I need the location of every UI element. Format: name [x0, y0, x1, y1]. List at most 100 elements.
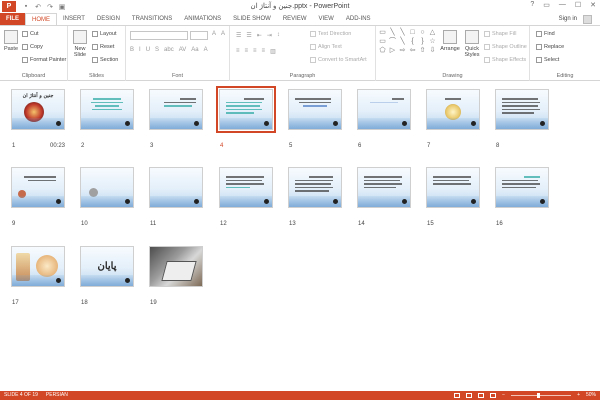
slide-thumbnail-1[interactable]: جنین و آنتاژ ان: [11, 89, 65, 130]
align-right-icon[interactable]: ≡: [253, 48, 257, 55]
shape-square-icon[interactable]: □: [408, 29, 417, 37]
bold-icon[interactable]: B: [130, 47, 134, 53]
decrease-indent-icon[interactable]: ⇤: [257, 32, 262, 39]
zoom-slider-knob[interactable]: [537, 393, 541, 398]
new-slide-button[interactable]: New Slide: [71, 30, 89, 58]
shapes-gallery[interactable]: ▭ ╲ ╲ □ ○ △ ▭ ⌒ ╲ { } ☆ ⬠ ▷ ⇨ ⇦ ⇧ ⇩: [378, 29, 437, 55]
slide-thumbnail-10[interactable]: [80, 167, 134, 208]
convert-smartart-button[interactable]: Convert to SmartArt: [310, 57, 367, 63]
copy-button[interactable]: Copy: [22, 44, 43, 50]
justify-icon[interactable]: ≡: [262, 48, 266, 55]
close-icon[interactable]: ✕: [590, 1, 596, 9]
tab-review[interactable]: REVIEW: [277, 13, 313, 25]
layout-button[interactable]: Layout: [92, 31, 117, 37]
normal-view-icon[interactable]: [454, 393, 461, 398]
shape-fill-button[interactable]: Shape Fill: [484, 31, 516, 37]
slide-thumbnail-8[interactable]: [495, 89, 549, 130]
slide-thumbnail-17[interactable]: [11, 246, 65, 287]
section-button[interactable]: Section: [92, 57, 118, 63]
slideshow-view-icon[interactable]: [490, 393, 497, 398]
slide-thumbnail-14[interactable]: [357, 167, 411, 208]
text-direction-button[interactable]: Text Direction: [310, 31, 351, 37]
zoom-out-icon[interactable]: −: [502, 391, 505, 400]
shape-oval-icon[interactable]: ○: [418, 29, 427, 37]
zoom-in-icon[interactable]: +: [577, 391, 580, 400]
cut-button[interactable]: Cut: [22, 31, 39, 37]
underline-icon[interactable]: U: [146, 47, 150, 53]
shape-arrow-icon[interactable]: ⇧: [418, 47, 427, 55]
slide-sorter-view-icon[interactable]: [466, 393, 473, 398]
shape-line-icon[interactable]: ╲: [398, 38, 407, 46]
shape-outline-button[interactable]: Shape Outline: [484, 44, 527, 50]
shape-triangle-icon[interactable]: △: [428, 29, 437, 37]
shape-brace-icon[interactable]: {: [408, 38, 417, 46]
zoom-slider[interactable]: [511, 393, 572, 398]
shape-pentagon-icon[interactable]: ⬠: [378, 47, 387, 55]
shape-star-icon[interactable]: ☆: [428, 38, 437, 46]
shape-arrow-icon[interactable]: ⇨: [398, 47, 407, 55]
shrink-font-icon[interactable]: A: [221, 31, 225, 37]
slide-thumbnail-7[interactable]: [426, 89, 480, 130]
char-spacing-icon[interactable]: AV: [179, 47, 187, 53]
ribbon-display-icon[interactable]: ▭: [543, 1, 550, 9]
avatar[interactable]: [583, 14, 592, 24]
align-left-icon[interactable]: ≡: [236, 48, 240, 55]
shape-arrow-icon[interactable]: ⇦: [408, 47, 417, 55]
shape-rectangle-icon[interactable]: ▭: [378, 29, 387, 37]
slide-thumbnail-9[interactable]: [11, 167, 65, 208]
tab-home[interactable]: HOME: [25, 13, 57, 25]
change-case-icon[interactable]: Aa: [191, 47, 198, 53]
reading-view-icon[interactable]: [478, 393, 485, 398]
quick-styles-button[interactable]: Quick Styles: [462, 30, 482, 58]
shape-effects-button[interactable]: Shape Effects: [484, 57, 526, 63]
increase-indent-icon[interactable]: ⇥: [267, 32, 272, 39]
maximize-icon[interactable]: ☐: [575, 1, 581, 9]
find-button[interactable]: Find: [536, 31, 555, 37]
shadow-icon[interactable]: S: [155, 47, 159, 53]
shape-brace-icon[interactable]: }: [418, 38, 427, 46]
numbering-icon[interactable]: ☰: [246, 32, 251, 39]
grow-font-icon[interactable]: A: [212, 31, 216, 37]
replace-button[interactable]: Replace: [536, 44, 564, 50]
slide-thumbnail-16[interactable]: [495, 167, 549, 208]
shape-line-icon[interactable]: ╲: [388, 29, 397, 37]
slide-thumbnail-4[interactable]: [216, 86, 276, 133]
tab-file[interactable]: FILE: [0, 13, 25, 25]
format-painter-button[interactable]: Format Painter: [22, 57, 66, 63]
slide-thumbnail-18[interactable]: پایان: [80, 246, 134, 287]
italic-icon[interactable]: I: [139, 47, 141, 53]
sign-in-link[interactable]: Sign in: [559, 13, 577, 25]
help-icon[interactable]: ?: [530, 1, 534, 9]
strikethrough-icon[interactable]: abc: [164, 47, 174, 53]
slide-thumbnail-12[interactable]: [219, 167, 273, 208]
slide-thumbnail-6[interactable]: [357, 89, 411, 130]
slide-thumbnail-11[interactable]: [149, 167, 203, 208]
line-spacing-icon[interactable]: ↕: [277, 32, 280, 39]
slide-thumbnail-15[interactable]: [426, 167, 480, 208]
font-size-combo[interactable]: [190, 31, 208, 40]
minimize-icon[interactable]: —: [559, 1, 566, 9]
tab-slide-show[interactable]: SLIDE SHOW: [227, 13, 277, 25]
shape-arrow-icon[interactable]: ⇩: [428, 47, 437, 55]
align-text-button[interactable]: Align Text: [310, 44, 342, 50]
slide-thumbnail-19[interactable]: [149, 246, 203, 287]
tab-view[interactable]: VIEW: [313, 13, 340, 25]
font-color-icon[interactable]: A: [204, 47, 208, 53]
columns-icon[interactable]: ▥: [270, 48, 276, 55]
paste-button[interactable]: Paste: [3, 30, 19, 52]
arrange-button[interactable]: Arrange: [440, 30, 460, 52]
shape-line-icon[interactable]: ╲: [398, 29, 407, 37]
tab-insert[interactable]: INSERT: [57, 13, 91, 25]
proofing-language[interactable]: PERSIAN: [46, 391, 68, 400]
shape-arc-icon[interactable]: ⌒: [388, 38, 397, 46]
slide-thumbnail-5[interactable]: [288, 89, 342, 130]
shape-rectangle-icon[interactable]: ▭: [378, 38, 387, 46]
select-button[interactable]: Select: [536, 57, 559, 63]
tab-design[interactable]: DESIGN: [91, 13, 126, 25]
tab-transitions[interactable]: TRANSITIONS: [126, 13, 178, 25]
shape-triangle-icon[interactable]: ▷: [388, 47, 397, 55]
tab-add-ins[interactable]: ADD-INS: [340, 13, 377, 25]
zoom-level[interactable]: 50%: [586, 391, 596, 400]
bullets-icon[interactable]: ☰: [236, 32, 241, 39]
font-name-combo[interactable]: [130, 31, 188, 40]
